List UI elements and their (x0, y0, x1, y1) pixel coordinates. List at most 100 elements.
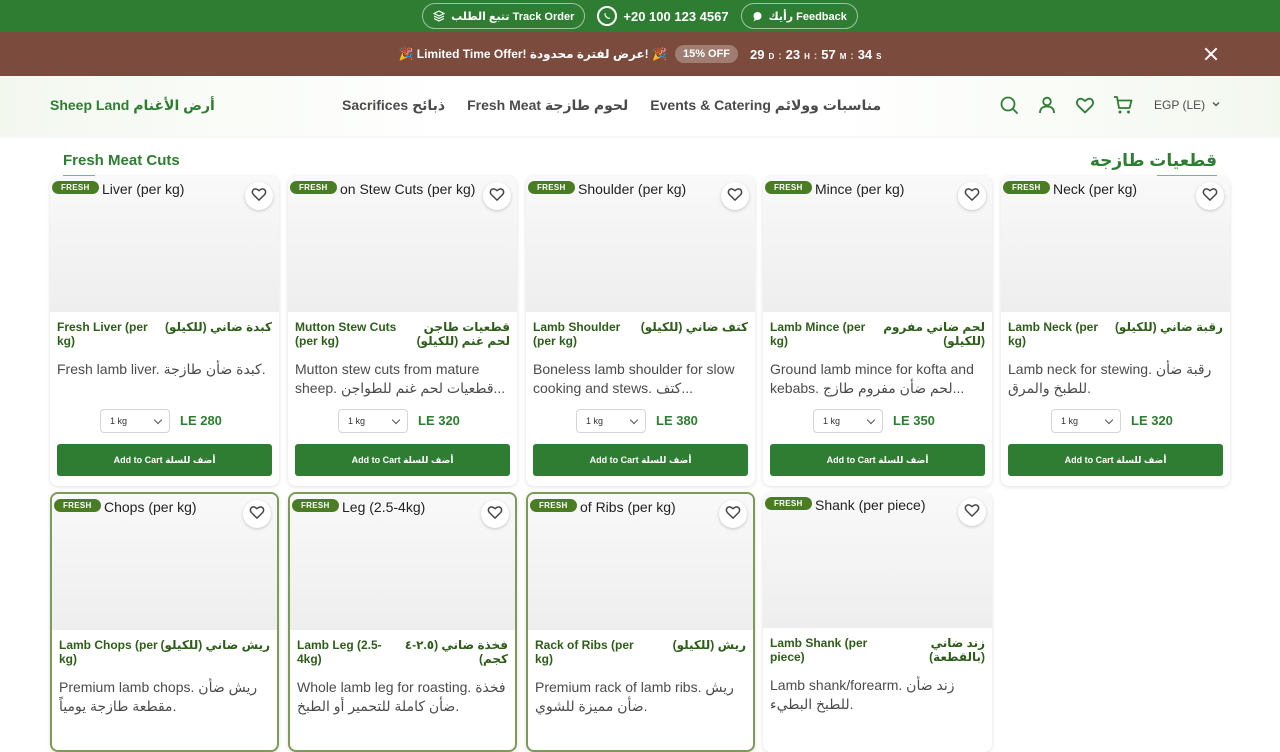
close-icon[interactable] (1202, 45, 1220, 63)
add-to-cart-button[interactable]: Add to Cart أضف للسلة (770, 444, 985, 476)
heart-icon (248, 503, 266, 526)
favorite-button[interactable] (958, 182, 986, 210)
fresh-badge: FRESH (292, 499, 339, 512)
nav-events-catering[interactable]: Events & Catering مناسبات وولائم (650, 97, 881, 114)
nav-fresh-meat[interactable]: Fresh Meat لحوم طازجة (467, 97, 628, 114)
add-to-cart-button[interactable]: Add to Cart أضف للسلة (533, 444, 748, 476)
product-price: LE 280 (180, 413, 222, 428)
timer-separator: : (850, 50, 854, 62)
product-description: Whole lamb leg for roasting. فخذة ضأن كا… (297, 679, 506, 714)
product-name-en: Lamb Mince (per kg) (770, 320, 866, 348)
product-card[interactable]: Neck (per kg) FRESH Lamb Neck (per kg) رقبة… (1001, 176, 1230, 486)
weight-select[interactable]: 1 kg (813, 409, 883, 433)
weight-select[interactable]: 1 kg (1051, 409, 1121, 433)
site-logo[interactable]: Sheep Land أرض الأغنام (50, 97, 215, 114)
favorite-button[interactable] (721, 182, 749, 210)
product-description: Lamb shank/forearm. زند ضأن للطبخ البطيء… (770, 677, 955, 712)
track-order-button[interactable]: تتبع الطلب Track Order (422, 3, 586, 29)
countdown-timer: 29 D : 23 H : 57 M : 34 S (750, 47, 881, 62)
currency-label: EGP (LE) (1154, 98, 1206, 112)
currency-selector[interactable]: EGP (LE) (1154, 98, 1221, 112)
favorite-button[interactable] (245, 182, 273, 210)
timer-days-unit: D (768, 51, 775, 61)
wishlist-icon[interactable] (1074, 94, 1096, 116)
weight-select[interactable]: 1 kg (576, 409, 646, 433)
product-card[interactable]: Shank (per piece) FRESH Lamb Shank (per pi… (763, 492, 992, 752)
product-name-ar: رقبة ضاني (للكيلو) (1114, 320, 1223, 334)
add-to-cart-button[interactable]: Add to Cart أضف للسلة (57, 444, 272, 476)
fresh-badge: FRESH (528, 181, 575, 194)
user-icon[interactable] (1036, 94, 1058, 116)
timer-seconds-unit: S (876, 51, 882, 61)
nav-sacrifices[interactable]: Sacrifices ذبائح (342, 97, 445, 114)
favorite-button[interactable] (719, 500, 747, 528)
fresh-badge: FRESH (290, 181, 337, 194)
add-to-cart-button[interactable]: Add to Cart أضف للسلة (295, 444, 510, 476)
heart-icon (486, 503, 504, 526)
product-name-en: Rack of Ribs (per kg) (535, 638, 634, 666)
product-price: LE 320 (1131, 413, 1173, 428)
product-name-en: Mutton Stew Cuts (per kg) (295, 320, 397, 348)
timer-minutes-unit: M (839, 51, 847, 61)
timer-days: 29 (750, 46, 765, 62)
product-name-ar: قطعيات طاجن لحم غنم (للكيلو) (416, 320, 510, 348)
product-card[interactable]: Leg (2.5-4kg) FRESH Lamb Leg (2.5-4kg) فخذة… (288, 492, 517, 752)
fresh-badge: FRESH (765, 497, 812, 510)
fresh-badge: FRESH (1003, 181, 1050, 194)
fresh-badge: FRESH (765, 181, 812, 194)
section-title-en: Fresh Meat Cuts (63, 152, 180, 169)
product-description: Premium rack of lamb ribs. ريش ضأن مميزة… (535, 679, 734, 714)
timer-separator: : (813, 50, 818, 62)
whatsapp-link[interactable]: +20 100 123 4567 (593, 6, 732, 26)
product-description: Premium lamb chops. ريش ضأن مقطعة طازجة … (59, 679, 258, 714)
search-icon[interactable] (998, 94, 1020, 116)
feedback-button[interactable]: رأيك Feedback (740, 3, 858, 29)
product-name-en: Lamb Shoulder (per kg) (533, 320, 621, 348)
product-description: Mutton stew cuts from mature sheep. قطعي… (295, 361, 506, 396)
chevron-down-icon (1211, 98, 1221, 112)
heart-icon (963, 185, 981, 208)
product-name-ar: كبدة ضاني (للكيلو) (164, 320, 272, 334)
fresh-badge: FRESH (530, 499, 577, 512)
cart-icon[interactable] (1112, 94, 1134, 116)
product-price: LE 350 (893, 413, 935, 428)
fresh-badge: FRESH (54, 499, 101, 512)
favorite-button[interactable] (958, 498, 986, 526)
add-to-cart-button[interactable]: Add to Cart أضف للسلة (1008, 444, 1223, 476)
favorite-button[interactable] (243, 500, 271, 528)
product-card[interactable]: Shoulder (per kg) FRESH Lamb Shoulder (per… (526, 176, 755, 486)
weight-select[interactable]: 1 kg (338, 409, 408, 433)
main-nav: Sacrifices ذبائح Fresh Meat لحوم طازجة E… (342, 97, 881, 114)
favorite-button[interactable] (481, 500, 509, 528)
timer-minutes: 57 (821, 46, 836, 62)
product-price: LE 320 (418, 413, 460, 428)
product-name-en: Lamb Neck (per kg) (1008, 320, 1099, 348)
product-name-ar: كتف ضاني (للكيلو) (640, 320, 748, 334)
favorite-button[interactable] (1196, 182, 1224, 210)
product-card[interactable]: of Ribs (per kg) FRESH Rack of Ribs (per k… (526, 492, 755, 752)
product-description: Ground lamb mince for kofta and kebabs. … (770, 361, 974, 396)
timer-hours: 23 (785, 46, 801, 62)
product-card[interactable]: Chops (per kg) FRESH Lamb Chops (per kg) ري… (50, 492, 279, 752)
chat-bubble-icon (752, 11, 763, 22)
feedback-label: رأيك Feedback (768, 10, 847, 23)
header-icons (998, 94, 1134, 116)
product-name-ar: لحم ضاني مفروم (للكيلو) (883, 320, 985, 348)
product-description: Lamb neck for stewing. رقبة ضأن للطبخ وا… (1008, 361, 1212, 396)
product-name-ar: زند ضاني (بالقطعة) (929, 636, 985, 664)
product-description: Fresh lamb liver. كبدة ضأن طازجة. (57, 361, 266, 377)
heart-icon (1201, 185, 1219, 208)
heart-icon (488, 185, 506, 208)
product-name-ar: ريش ضاني (للكيلو) (160, 638, 271, 652)
weight-select[interactable]: 1 kg (100, 409, 170, 433)
product-card[interactable]: on Stew Cuts (per kg) FRESH Mutton Stew Cu… (288, 176, 517, 486)
product-card[interactable]: Liver (per kg) FRESH Fresh Liver (per kg) ك… (50, 176, 279, 486)
favorite-button[interactable] (483, 182, 511, 210)
product-name-en: Lamb Leg (2.5-4kg) (297, 638, 382, 666)
track-order-label: تتبع الطلب Track Order (451, 10, 575, 23)
product-card[interactable]: Mince (per kg) FRESH Lamb Mince (per kg) لح… (763, 176, 992, 486)
heart-icon (726, 185, 744, 208)
promo-text: 🎉 Limited Time Offer! عرض لفترة محدودة! … (398, 47, 667, 61)
fresh-badge: FRESH (52, 181, 99, 194)
heart-icon (250, 185, 268, 208)
